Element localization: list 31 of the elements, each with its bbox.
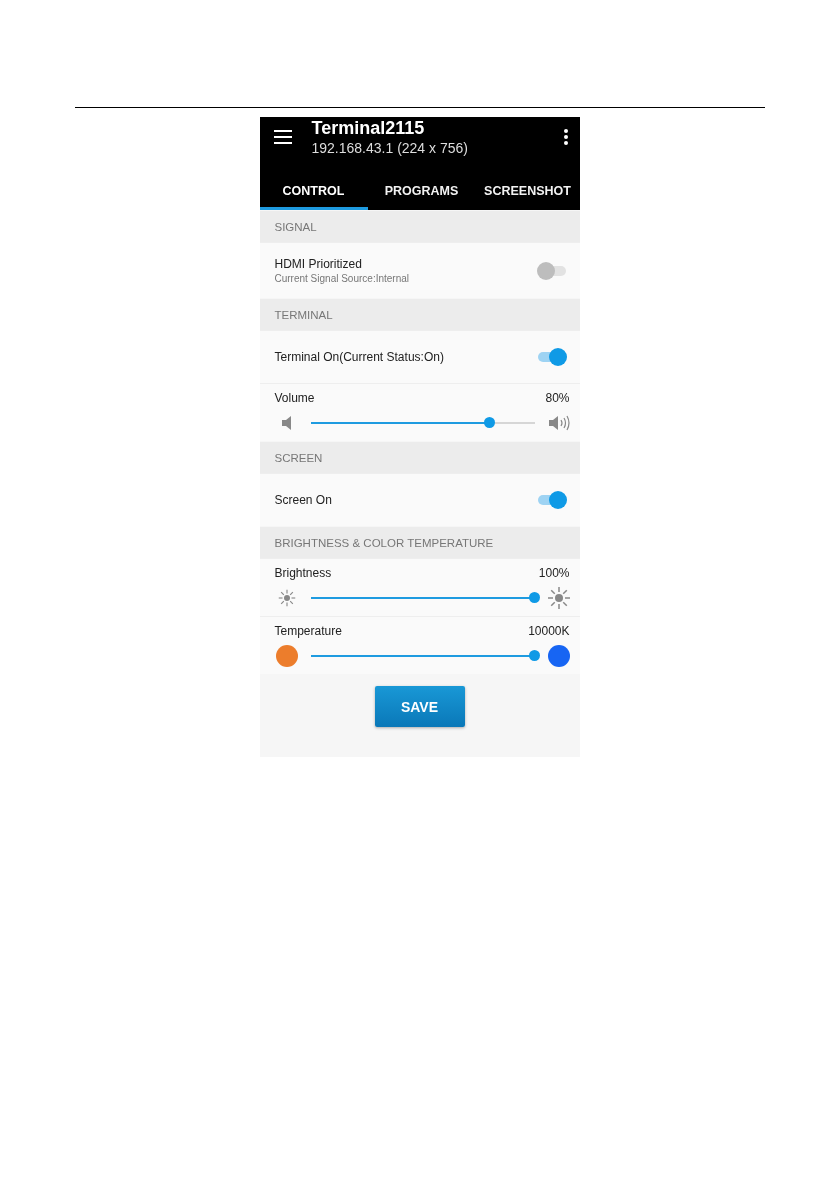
color-dot-icon — [547, 645, 570, 667]
slider-label: Brightness — [274, 566, 332, 580]
slider-thumb[interactable] — [483, 417, 495, 428]
setting-label: Terminal On(Current Status:On) — [274, 350, 445, 364]
speaker-quiet-icon — [280, 415, 293, 431]
slider-value: 100% — [538, 566, 570, 580]
tab[interactable]: SCREENSHOT — [475, 175, 580, 210]
section-title: BRIGHTNESS & COLOR TEMPERATURE — [274, 536, 494, 549]
section-title: SCREEN — [274, 451, 323, 464]
color-dot-icon — [275, 645, 298, 667]
slider-thumb[interactable] — [528, 592, 540, 603]
app-title: Terminal2115 — [311, 118, 426, 138]
setting-description: Current Signal Source:Internal — [274, 273, 411, 284]
sun-large-icon — [546, 586, 571, 610]
setting-label: HDMI Prioritized — [274, 257, 363, 271]
section-title: TERMINAL — [274, 308, 333, 321]
speaker-loud-icon — [547, 415, 570, 431]
menu-icon[interactable] — [273, 130, 292, 144]
app-subtitle: 192.168.43.1 (224 x 756) — [311, 139, 469, 158]
sun-small-icon — [277, 589, 296, 607]
slider-label: Volume — [274, 391, 315, 405]
section-title: SIGNAL — [274, 220, 317, 233]
slider-value: 80% — [545, 391, 570, 405]
save-button[interactable]: SAVE — [374, 686, 465, 727]
slider-thumb[interactable] — [528, 650, 540, 661]
toggle-switch[interactable] — [535, 260, 568, 281]
slider-label: Temperature — [274, 624, 342, 638]
tab[interactable]: PROGRAMS — [367, 175, 476, 210]
more-options-icon[interactable] — [563, 129, 568, 145]
slider-value: 10000K — [528, 624, 570, 638]
setting-label: Screen On — [274, 493, 333, 507]
